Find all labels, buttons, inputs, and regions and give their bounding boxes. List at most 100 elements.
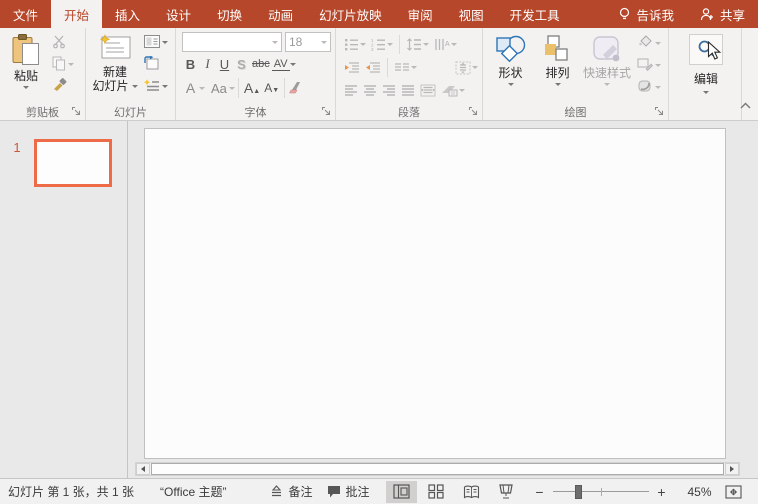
- editing-dropdown-icon[interactable]: [703, 91, 709, 94]
- quick-styles-button[interactable]: 快速样式: [581, 32, 633, 103]
- character-spacing-button[interactable]: AV: [272, 58, 290, 71]
- format-painter-button[interactable]: [52, 78, 74, 95]
- font-size-combo[interactable]: 18: [285, 32, 331, 52]
- share-label: 共享: [720, 5, 745, 24]
- font-dialog-launcher[interactable]: [321, 106, 332, 117]
- scroll-left-button[interactable]: [136, 463, 150, 475]
- new-slide-button[interactable]: 新建 幻灯片: [90, 32, 140, 103]
- comments-button[interactable]: 批注: [327, 483, 370, 500]
- bullets-button[interactable]: [342, 38, 368, 51]
- font-color-button[interactable]: A: [182, 80, 199, 96]
- notes-label: 备注: [288, 483, 312, 500]
- align-center-button[interactable]: [361, 85, 379, 97]
- tab-design[interactable]: 设计: [153, 0, 204, 28]
- tell-me-box[interactable]: 告诉我: [605, 0, 687, 28]
- decrease-indent-button[interactable]: [342, 62, 362, 74]
- tab-review[interactable]: 审阅: [395, 0, 446, 28]
- zoom-slider-thumb[interactable]: [575, 485, 582, 499]
- tab-insert[interactable]: 插入: [102, 0, 153, 28]
- clipboard-dialog-launcher[interactable]: [71, 106, 82, 117]
- arrange-button[interactable]: 排列: [534, 32, 581, 103]
- tab-animations-label: 动画: [268, 5, 293, 24]
- paragraph-row3: [342, 79, 480, 102]
- increase-indent-button[interactable]: [363, 62, 383, 74]
- tab-view[interactable]: 视图: [446, 0, 497, 28]
- lightbulb-icon: [618, 7, 631, 22]
- share-person-icon: [700, 7, 715, 22]
- align-right-button[interactable]: [380, 85, 398, 97]
- work-area: 1: [0, 121, 758, 478]
- collapse-ribbon-button[interactable]: [739, 99, 752, 113]
- scroll-right-button[interactable]: [725, 463, 739, 475]
- tab-home[interactable]: 开始: [51, 0, 102, 28]
- horizontal-scrollbar-thumb[interactable]: [151, 463, 724, 475]
- text-shadow-button[interactable]: S: [233, 57, 250, 72]
- italic-button[interactable]: I: [199, 56, 216, 72]
- ribbon-tab-bar: 文件 开始 插入 设计 切换 动画 幻灯片放映 审阅 视图 开发工具 告诉我 共…: [0, 0, 758, 28]
- horizontal-scrollbar[interactable]: [135, 462, 740, 476]
- change-case-button[interactable]: Aa: [209, 81, 229, 96]
- paragraph-dialog-launcher[interactable]: [468, 106, 479, 117]
- zoom-out-button[interactable]: −: [534, 486, 546, 498]
- align-text-button[interactable]: [453, 61, 480, 75]
- bold-button[interactable]: B: [182, 57, 199, 72]
- shape-fill-button[interactable]: [637, 35, 661, 52]
- tab-slideshow[interactable]: 幻灯片放映: [306, 0, 395, 28]
- powerpoint-window: 文件 开始 插入 设计 切换 动画 幻灯片放映 审阅 视图 开发工具 告诉我 共…: [0, 0, 758, 504]
- drawing-group-label-row: 绘图: [483, 103, 668, 120]
- new-slide-dropdown-icon: [132, 85, 138, 88]
- distribute-columns-button[interactable]: [418, 84, 438, 97]
- clear-formatting-button[interactable]: [288, 80, 304, 97]
- drawing-dialog-launcher[interactable]: [654, 106, 665, 117]
- fit-to-window-button[interactable]: [725, 484, 742, 500]
- notes-button[interactable]: 备注: [270, 483, 312, 500]
- shape-effects-button[interactable]: [637, 79, 661, 96]
- reset-slide-button[interactable]: [144, 56, 168, 73]
- paste-button[interactable]: 粘贴: [4, 32, 48, 103]
- numbering-button[interactable]: 123: [369, 38, 395, 51]
- tab-developer[interactable]: 开发工具: [497, 0, 573, 28]
- font-combo-row: 18: [182, 32, 331, 52]
- paragraph-divider-1: [399, 35, 400, 54]
- slide-layout-button[interactable]: [144, 34, 168, 51]
- tab-file[interactable]: 文件: [0, 0, 51, 28]
- line-spacing-button[interactable]: [404, 38, 431, 51]
- find-button[interactable]: [689, 34, 723, 65]
- smartart-button[interactable]: [439, 84, 467, 97]
- tab-animations[interactable]: 动画: [255, 0, 306, 28]
- slide-canvas[interactable]: [144, 128, 726, 459]
- zoom-in-button[interactable]: +: [656, 486, 668, 498]
- copy-icon: [52, 56, 66, 74]
- zoom-slider[interactable]: [553, 485, 649, 499]
- copy-button[interactable]: [52, 56, 74, 73]
- align-left-button[interactable]: [342, 85, 360, 97]
- slideshow-view-button[interactable]: [491, 481, 522, 503]
- justify-button[interactable]: [399, 85, 417, 97]
- notes-icon: [270, 485, 283, 498]
- zoom-level[interactable]: 45%: [680, 485, 712, 499]
- grow-font-button[interactable]: A▲: [242, 80, 262, 96]
- font-group: 18 B I U S abc AV A Aa: [176, 28, 336, 120]
- shape-outline-button[interactable]: [637, 57, 661, 74]
- font-name-combo[interactable]: [182, 32, 282, 52]
- new-slide-icon: [98, 34, 132, 65]
- shapes-dropdown-icon: [508, 83, 514, 86]
- columns-button[interactable]: [392, 62, 419, 74]
- reading-view-button[interactable]: [456, 481, 487, 503]
- slide-thumbnail[interactable]: [34, 139, 112, 187]
- clipboard-group-label-row: 剪贴板: [0, 103, 85, 120]
- shrink-font-button[interactable]: A▼: [262, 81, 281, 95]
- share-button[interactable]: 共享: [687, 0, 758, 28]
- normal-view-button[interactable]: [386, 481, 417, 503]
- slide-sorter-button[interactable]: [421, 481, 452, 503]
- section-button[interactable]: [144, 78, 168, 95]
- tab-transitions[interactable]: 切换: [204, 0, 255, 28]
- quick-styles-dropdown-icon: [604, 83, 610, 86]
- slides-small-buttons: [140, 32, 168, 103]
- cut-button[interactable]: [52, 34, 74, 51]
- shapes-button[interactable]: 形状: [487, 32, 534, 103]
- text-direction-button[interactable]: A: [432, 38, 459, 51]
- underline-button[interactable]: U: [216, 57, 233, 72]
- strikethrough-button[interactable]: abc: [250, 58, 272, 70]
- arrange-icon: [544, 34, 572, 66]
